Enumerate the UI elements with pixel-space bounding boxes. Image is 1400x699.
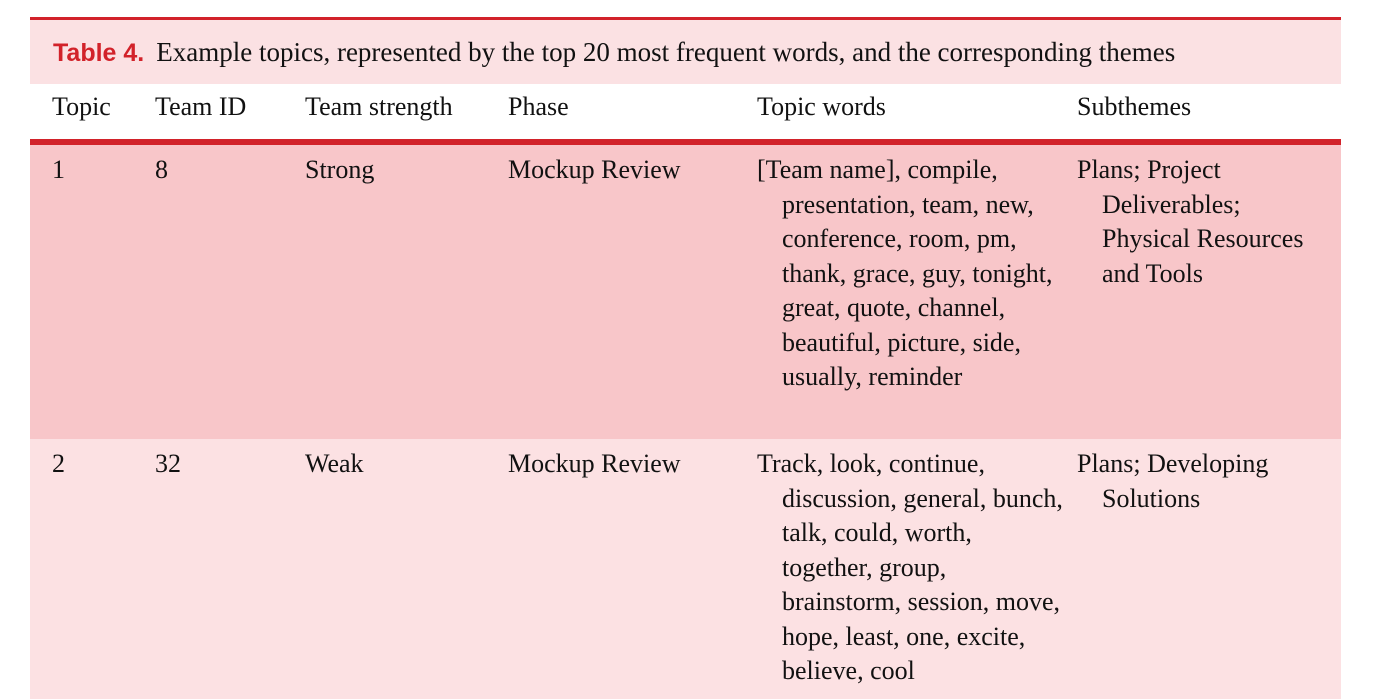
- cell-subthemes: Plans; Developing Solutions: [1077, 449, 1269, 513]
- table-row: 1 8 Strong Mockup Review [Team name], co…: [30, 145, 1341, 439]
- column-header-topic-words: Topic words: [757, 92, 886, 121]
- cell-topic: 2: [52, 449, 65, 478]
- table-caption: Table 4. Example topics, represented by t…: [30, 20, 1341, 84]
- table-caption-text: Example topics, represented by the top 2…: [156, 37, 1176, 67]
- column-header-phase: Phase: [508, 92, 569, 121]
- cell-team-id: 32: [155, 449, 181, 478]
- cell-phase: Mockup Review: [508, 449, 681, 478]
- column-header-team-strength: Team strength: [305, 92, 453, 121]
- table-header: Topic Team ID Team strength Phase Topic …: [30, 84, 1341, 139]
- table-caption-label: Table 4.: [53, 39, 145, 67]
- column-header-team-id: Team ID: [155, 92, 247, 121]
- column-header-topic: Topic: [52, 92, 111, 121]
- cell-team-strength: Weak: [305, 449, 364, 478]
- cell-topic-words: Track, look, continue, discussion, gener…: [757, 449, 1063, 685]
- cell-topic: 1: [52, 155, 65, 184]
- cell-team-id: 8: [155, 155, 168, 184]
- cell-subthemes: Plans; Project Deliverables; Physical Re…: [1077, 155, 1304, 288]
- cell-topic-words: [Team name], compile, presentation, team…: [757, 155, 1053, 391]
- column-header-subthemes: Subthemes: [1077, 92, 1192, 121]
- table-row: 2 32 Weak Mockup Review Track, look, con…: [30, 439, 1341, 699]
- topics-table: Table 4. Example topics, represented by t…: [30, 17, 1341, 699]
- cell-phase: Mockup Review: [508, 155, 681, 184]
- cell-team-strength: Strong: [305, 155, 375, 184]
